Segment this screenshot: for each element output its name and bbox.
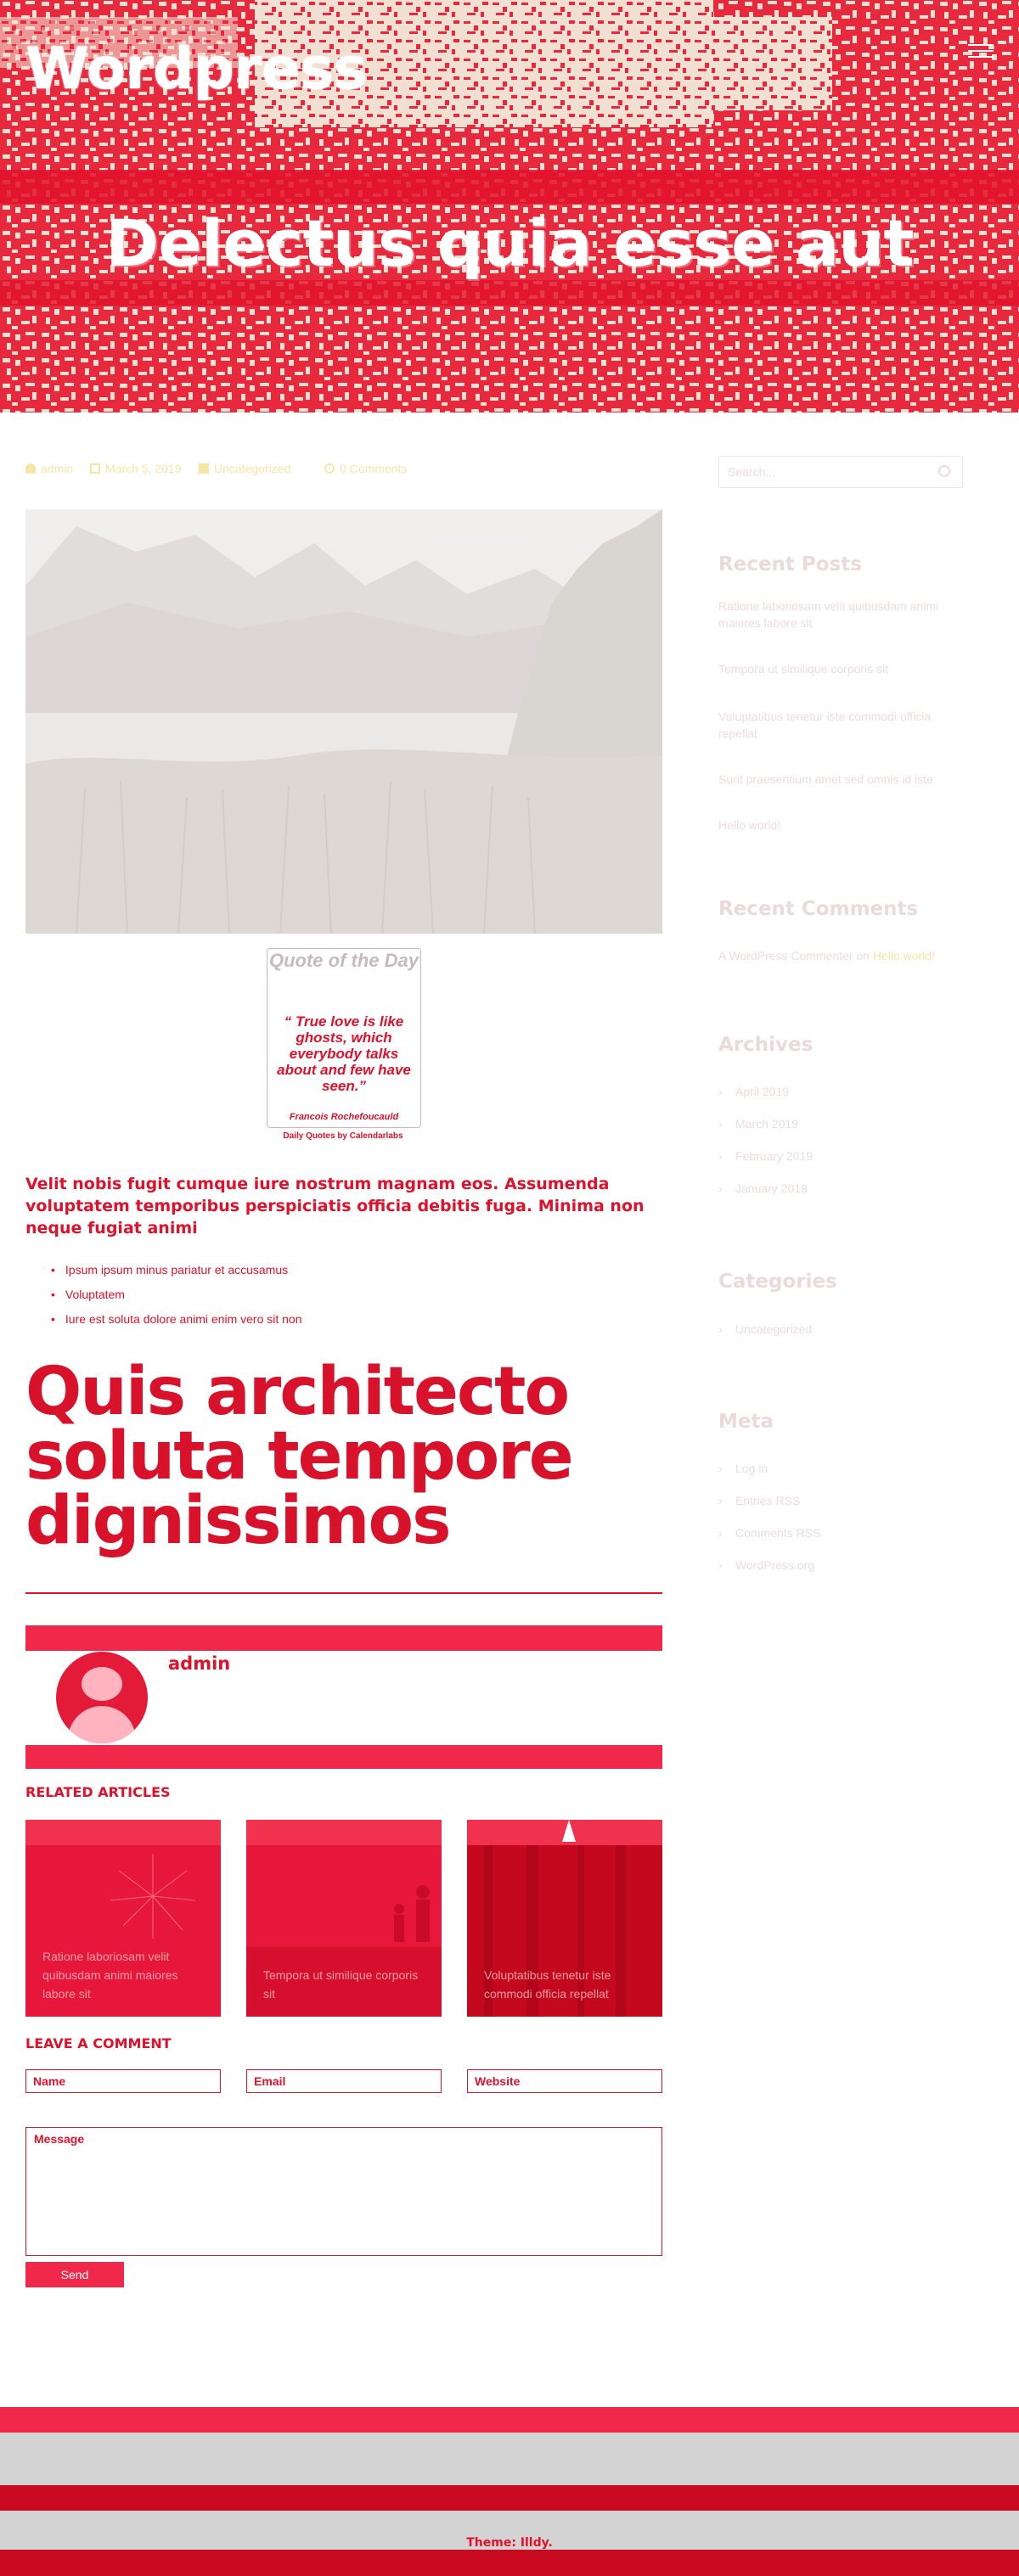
- list-item: Voluptatem: [51, 1282, 645, 1307]
- list-item: Ipsum ipsum minus pariatur et accusamus: [51, 1258, 645, 1282]
- categories-heading: Categories: [718, 1271, 837, 1293]
- site-title[interactable]: Wordpress: [25, 36, 368, 103]
- recent-post-link[interactable]: Voluptatibus tenetur iste commodi offici…: [718, 708, 965, 742]
- chevron-right-icon: ›: [718, 1494, 723, 1507]
- archive-link[interactable]: › March 2019: [718, 1117, 798, 1131]
- footer-top-band: [0, 2407, 1019, 2433]
- send-button[interactable]: Send: [25, 2262, 124, 2287]
- archives-heading: Archives: [718, 1034, 814, 1056]
- comment-name-input[interactable]: Name: [25, 2069, 221, 2093]
- theme-credit[interactable]: Theme: Illdy.: [0, 2536, 1019, 2550]
- category-link[interactable]: › Uncategorized: [718, 1322, 812, 1336]
- post-category-meta[interactable]: Uncategorized: [199, 462, 290, 475]
- commenter-link[interactable]: A WordPress Commenter: [718, 949, 853, 962]
- chevron-right-icon: ›: [718, 1322, 723, 1336]
- chevron-right-icon: ›: [718, 1526, 723, 1540]
- post-comments-meta[interactable]: 0 Comments: [324, 462, 407, 475]
- related-article-card[interactable]: Voluptatibus tenetur iste commodi offici…: [467, 1820, 662, 2017]
- related-article-title[interactable]: Tempora ut similique corporis sit: [263, 1966, 429, 2003]
- post-date-meta: March 5, 2019: [90, 462, 182, 475]
- recent-post-link[interactable]: Hello world!: [718, 817, 965, 833]
- author-box-bar: [25, 1745, 662, 1769]
- recent-post-link[interactable]: Ratione laboriosam velit quibusdam animi…: [718, 598, 965, 631]
- author-box-bar: [25, 1625, 662, 1651]
- meta-heading: Meta: [718, 1411, 774, 1433]
- search-icon[interactable]: [938, 465, 950, 477]
- quote-credit-link[interactable]: Daily Quotes by Calendarlabs: [267, 1131, 419, 1141]
- post-subheading: Quis architecto soluta tempore dignissim…: [25, 1354, 574, 1559]
- search-placeholder: Search...: [728, 465, 776, 479]
- chevron-right-icon: ›: [718, 1181, 723, 1195]
- archive-link[interactable]: › January 2019: [718, 1181, 808, 1195]
- post-paragraph: Velit nobis fugit cumque iure nostrum ma…: [25, 1175, 645, 1237]
- recent-comment: A WordPress Commenter on Hello world!: [718, 947, 965, 964]
- comment-website-input[interactable]: Website: [467, 2069, 662, 2093]
- meta-link[interactable]: › Log in: [718, 1462, 768, 1475]
- user-icon: [25, 463, 36, 474]
- recent-comments-heading: Recent Comments: [718, 898, 919, 920]
- calendar-icon: [90, 463, 100, 474]
- on-word: on: [856, 949, 870, 962]
- archive-link[interactable]: › April 2019: [718, 1085, 789, 1098]
- comment-message-placeholder: Message: [34, 2132, 85, 2146]
- featured-image: [25, 509, 662, 934]
- quote-text: “ True love is like ghosts, which everyb…: [277, 1013, 411, 1094]
- related-article-title[interactable]: Ratione laboriosam velit quibusdam animi…: [42, 1947, 208, 2003]
- quote-author[interactable]: Francois Rochefoucauld: [267, 1112, 420, 1122]
- list-item: Iure est soluta dolore animi enim vero s…: [51, 1307, 645, 1332]
- footer-bottom-band: [0, 2550, 1019, 2576]
- chevron-right-icon: ›: [718, 1085, 723, 1098]
- meta-link[interactable]: › Entries RSS: [718, 1494, 800, 1507]
- footer-red-band: [0, 2485, 1019, 2511]
- footer-gray-band: [0, 2433, 1019, 2485]
- post-author-meta[interactable]: admin: [25, 462, 73, 475]
- commented-post-link[interactable]: Hello world!: [873, 949, 935, 962]
- quote-of-the-day-widget: Quote of the Day “ True love is like gho…: [267, 948, 421, 1128]
- divider: [25, 1592, 662, 1594]
- avatar: [56, 1652, 148, 1743]
- recent-post-link[interactable]: Sunt praesentium amet sed omnis id iste: [718, 771, 965, 788]
- author-name[interactable]: admin: [168, 1653, 230, 1674]
- related-article-title[interactable]: Voluptatibus tenetur iste commodi offici…: [484, 1966, 650, 2003]
- folder-icon: [199, 463, 209, 474]
- leave-comment-heading: LEAVE A COMMENT: [25, 2035, 172, 2051]
- quote-heading: Quote of the Day: [268, 950, 419, 971]
- archive-link[interactable]: › February 2019: [718, 1149, 813, 1163]
- menu-icon[interactable]: [968, 44, 994, 58]
- chevron-right-icon: ›: [718, 1462, 723, 1475]
- meta-link[interactable]: › Comments RSS: [718, 1526, 820, 1540]
- related-article-card[interactable]: Ratione laboriosam velit quibusdam animi…: [25, 1820, 221, 2017]
- hero-header: Wordpress Delectus quia esse aut: [0, 0, 1019, 412]
- chevron-right-icon: ›: [718, 1117, 723, 1131]
- recent-post-link[interactable]: Tempora ut similique corporis sit: [718, 660, 965, 677]
- chevron-right-icon: ›: [718, 1558, 723, 1572]
- related-article-card[interactable]: Tempora ut similique corporis sit: [246, 1820, 442, 2017]
- related-articles-heading: RELATED ARTICLES: [25, 1784, 171, 1800]
- post-bullet-list: Ipsum ipsum minus pariatur et accusamus …: [51, 1258, 645, 1332]
- comment-message-textarea[interactable]: [25, 2127, 662, 2256]
- comment-icon: [324, 463, 335, 474]
- comment-email-input[interactable]: Email: [246, 2069, 442, 2093]
- meta-link[interactable]: › WordPress.org: [718, 1558, 814, 1572]
- sidebar-search-input[interactable]: Search...: [718, 456, 963, 488]
- recent-posts-heading: Recent Posts: [718, 553, 862, 575]
- post-title: Delectus quia esse aut: [105, 205, 914, 281]
- chevron-right-icon: ›: [718, 1149, 723, 1163]
